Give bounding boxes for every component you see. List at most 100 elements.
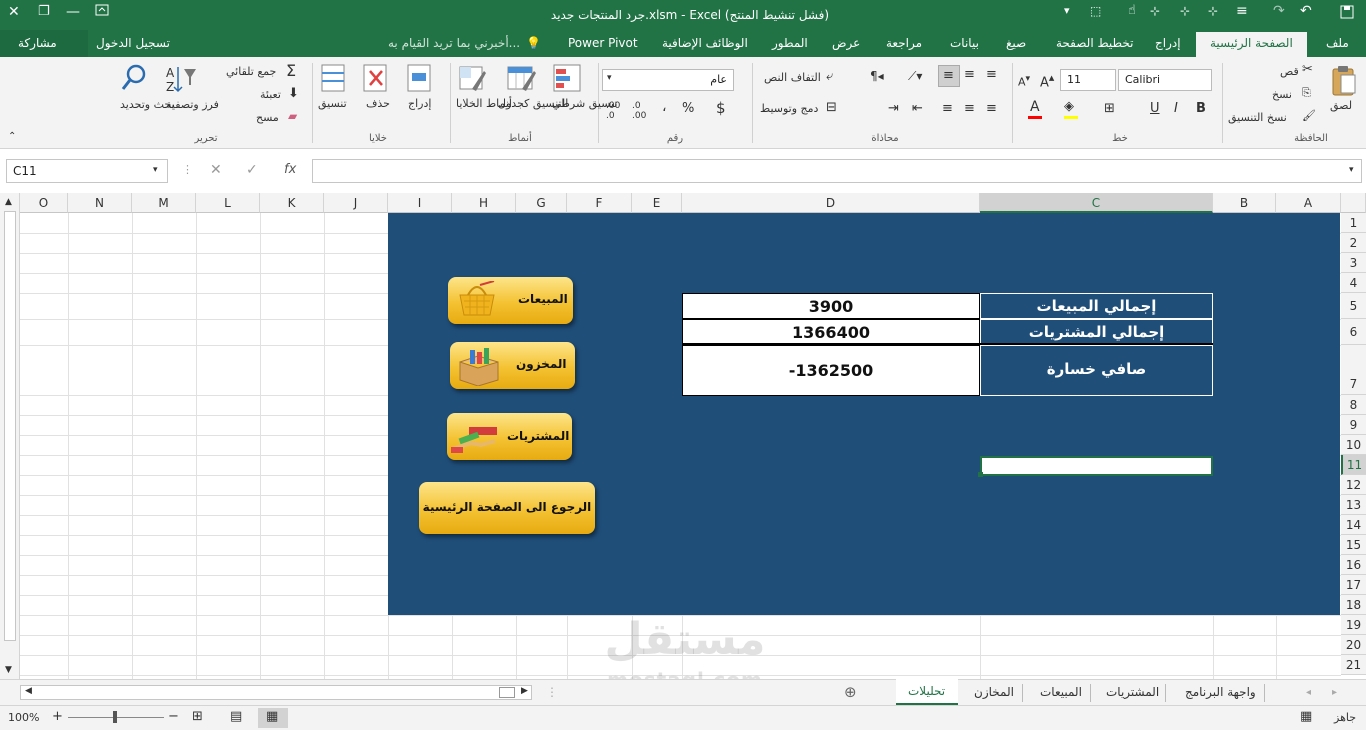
customize-toolbar-icon[interactable]: ▾: [1064, 4, 1070, 17]
name-box[interactable]: C11 ▾: [6, 159, 168, 183]
enter-icon[interactable]: ✓: [246, 162, 258, 178]
signin-link[interactable]: تسجيل الدخول: [96, 36, 170, 50]
row-header[interactable]: 21: [1341, 655, 1366, 675]
delete-cells-button[interactable]: حذف: [366, 97, 390, 110]
close-icon[interactable]: ✕: [8, 4, 20, 20]
column-header-l[interactable]: L: [196, 193, 260, 213]
row-header[interactable]: 12: [1341, 475, 1366, 495]
align-right-icon[interactable]: ≡: [942, 101, 953, 116]
tab-data[interactable]: بيانات: [950, 36, 979, 50]
decrease-font-icon[interactable]: A▾: [1018, 73, 1030, 89]
brush-icon[interactable]: 🖌: [1302, 109, 1316, 122]
format-cells-icon[interactable]: [320, 63, 348, 96]
row-header[interactable]: 4: [1341, 273, 1366, 293]
row-header[interactable]: 8: [1341, 395, 1366, 415]
restore-icon[interactable]: ❐: [38, 4, 50, 19]
normal-view-button[interactable]: ▦: [258, 708, 288, 728]
paste-icon[interactable]: [1328, 65, 1358, 100]
align-bottom-button[interactable]: ≡: [938, 65, 960, 87]
sheet-tab[interactable]: واجهة البرنامج: [1185, 685, 1256, 699]
undo-icon[interactable]: ↶: [1300, 3, 1312, 19]
scroll-tabs-right-icon[interactable]: ◂: [1306, 687, 1311, 698]
scroll-tabs-left-icon[interactable]: ▸: [1332, 687, 1337, 698]
tab-powerpivot[interactable]: Power Pivot: [568, 36, 638, 50]
column-header-b[interactable]: B: [1213, 193, 1276, 213]
clear-button[interactable]: مسح: [256, 111, 279, 124]
sitemap-icon[interactable]: ⊹: [1208, 4, 1218, 18]
column-header-n[interactable]: N: [68, 193, 132, 213]
align-middle-icon[interactable]: ≡: [964, 67, 975, 82]
touch-mode-icon[interactable]: ☝: [1128, 3, 1136, 18]
hscroll-thumb[interactable]: [499, 687, 515, 698]
row-header[interactable]: 9: [1341, 415, 1366, 435]
column-header-i[interactable]: I: [388, 193, 452, 213]
inventory-nav-button[interactable]: المخزون: [450, 342, 575, 389]
sheet-tab[interactable]: المشتريات: [1106, 685, 1159, 699]
fill-button[interactable]: تعبئة: [260, 88, 281, 101]
sales-total-value[interactable]: 3900: [682, 293, 980, 319]
orientation-icon[interactable]: ⟋▾: [908, 69, 922, 84]
column-header-d[interactable]: D: [682, 193, 980, 213]
row-header[interactable]: 1: [1341, 213, 1366, 233]
column-header-c[interactable]: C: [980, 193, 1213, 213]
sort-filter-icon[interactable]: AZ: [164, 63, 198, 98]
cell-styles-button[interactable]: أنماط الخلايا: [456, 97, 512, 110]
net-loss-value[interactable]: -1362500: [682, 345, 980, 396]
zoom-slider-thumb[interactable]: [113, 711, 117, 723]
insert-function-button[interactable]: fx: [284, 162, 296, 177]
tab-file[interactable]: ملف: [1326, 36, 1349, 50]
row-header[interactable]: 18: [1341, 595, 1366, 615]
sales-nav-button[interactable]: المبيعات: [448, 277, 573, 324]
tab-insert[interactable]: إدراج: [1155, 36, 1181, 50]
tab-home[interactable]: الصفحة الرئيسية: [1196, 32, 1307, 57]
hierarchy-icon[interactable]: ⊹: [1180, 4, 1190, 18]
find-select-icon[interactable]: [120, 63, 150, 96]
decrease-indent-icon[interactable]: ⇤: [912, 101, 923, 116]
insert-cells-icon[interactable]: [406, 63, 434, 96]
format-as-table-icon[interactable]: [506, 63, 536, 96]
back-home-button[interactable]: الرجوع الى الصفحة الرئيسية: [419, 482, 595, 534]
accessibility-icon[interactable]: ▦: [1300, 709, 1312, 724]
increase-font-icon[interactable]: A▴: [1040, 71, 1054, 90]
select-all-corner[interactable]: [1341, 193, 1366, 213]
column-header-a[interactable]: A: [1276, 193, 1341, 213]
horizontal-scrollbar[interactable]: ◀ ▶: [20, 685, 532, 700]
column-header-m[interactable]: M: [132, 193, 196, 213]
zoom-in-icon[interactable]: +: [52, 709, 63, 724]
vertical-scrollbar[interactable]: ▲ ▼: [0, 193, 20, 679]
redo-icon[interactable]: ↷: [1273, 3, 1285, 19]
increase-decimal-icon[interactable]: .0.00: [632, 101, 646, 121]
row-header-selected[interactable]: 11: [1341, 455, 1366, 475]
increase-indent-icon[interactable]: ⇥: [888, 101, 899, 116]
org-chart-icon[interactable]: ⊹: [1150, 4, 1160, 18]
add-sheet-icon[interactable]: ⊕: [844, 683, 857, 701]
autosum-button[interactable]: جمع تلقائي: [226, 65, 276, 78]
row-header[interactable]: 20: [1341, 635, 1366, 655]
sheet-tab[interactable]: المبيعات: [1040, 685, 1082, 699]
insert-cells-button[interactable]: إدراج: [408, 97, 431, 110]
ribbon-display-icon[interactable]: [95, 3, 109, 21]
share-button[interactable]: مشاركة: [0, 30, 88, 57]
font-size-select[interactable]: 11: [1060, 69, 1116, 91]
currency-button[interactable]: $: [716, 99, 726, 117]
wrap-text-icon[interactable]: ⤶: [826, 69, 833, 84]
font-name-select[interactable]: Calibri: [1118, 69, 1212, 91]
scroll-down-arrow[interactable]: ▼: [5, 665, 12, 675]
bold-button[interactable]: B: [1196, 101, 1206, 116]
tab-view[interactable]: عرض: [832, 36, 860, 50]
align-left-icon[interactable]: ≡: [986, 101, 997, 116]
scroll-thumb[interactable]: [4, 211, 16, 641]
scroll-up-arrow[interactable]: ▲: [5, 197, 12, 207]
format-painter-button[interactable]: نسخ التنسيق: [1228, 111, 1287, 124]
fill-color-icon[interactable]: ◈: [1064, 99, 1074, 114]
row-header[interactable]: 6: [1341, 319, 1366, 345]
italic-button[interactable]: I: [1174, 101, 1178, 116]
sheet-tab[interactable]: المخازن: [974, 685, 1014, 699]
fill-handle[interactable]: [978, 472, 983, 477]
copy-button[interactable]: نسخ: [1272, 88, 1292, 101]
collapse-ribbon-icon[interactable]: ⌃: [8, 131, 16, 142]
sigma-icon[interactable]: Σ: [286, 61, 296, 80]
column-header-j[interactable]: J: [324, 193, 388, 213]
column-header-g[interactable]: G: [516, 193, 567, 213]
row-header[interactable]: 13: [1341, 495, 1366, 515]
